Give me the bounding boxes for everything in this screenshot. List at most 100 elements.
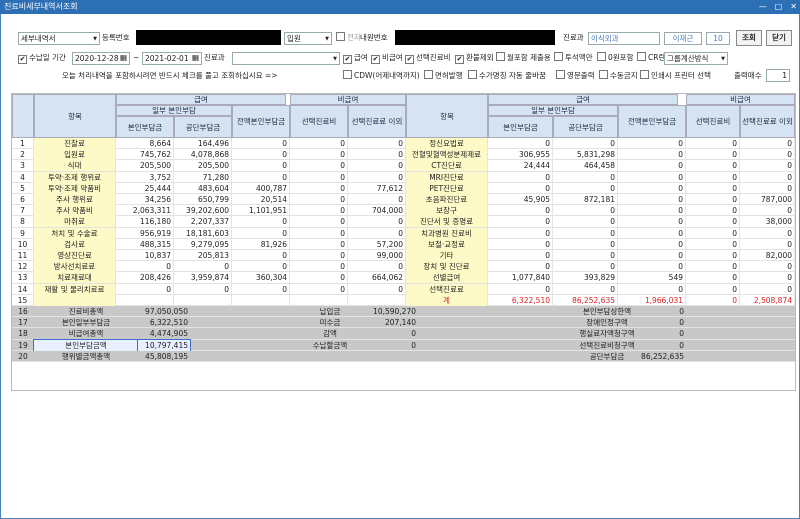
cell-b2: 872,181 bbox=[553, 194, 618, 205]
table-row[interactable]: 7 주사 약품비 2,063,311 39,202,600 1,101,951 0 704,… bbox=[12, 205, 795, 217]
dialysis-checkbox[interactable]: 투석액만 bbox=[554, 52, 593, 65]
group-calc-select[interactable]: 그룹계산방식 bbox=[664, 52, 728, 65]
cell-b2: 0 bbox=[553, 216, 618, 228]
cell-a2: 0 bbox=[488, 171, 553, 183]
table-row[interactable]: 10 검사료 488,315 9,279,095 81,926 0 57,200 보철·교정료… bbox=[12, 238, 795, 250]
cell-n: 2 bbox=[12, 149, 34, 161]
report-type-select[interactable]: 세부내역서 bbox=[18, 32, 100, 45]
calendar-icon[interactable]: ▦ bbox=[192, 52, 199, 65]
cell-b: 2,207,337 bbox=[174, 216, 232, 228]
table-row[interactable]: 9 처치 및 수술료 956,919 18,181,603 0 0 0 치과병원 진료비 0 0 0… bbox=[12, 227, 795, 239]
auto-wrap-checkbox[interactable]: 수가명칭 자동 줄바꿈 bbox=[468, 70, 546, 83]
copies-label: 출력매수 bbox=[734, 71, 762, 80]
cell-e: 0 bbox=[348, 261, 406, 273]
cell-l: 주사 행위료 bbox=[34, 194, 116, 205]
header-full: 전액본인부담금 bbox=[232, 105, 290, 138]
summary-v1: 97,050,050 bbox=[145, 307, 188, 316]
table-row[interactable]: 8 마취료 116,180 2,207,337 0 0 0 진단서 및 증명료 0 0 0 0 38,0… bbox=[12, 216, 795, 228]
cell-l2: 정신요법료 bbox=[406, 138, 488, 149]
zero-include-checkbox[interactable]: 0원포함 bbox=[597, 52, 633, 65]
cell-b2: 0 bbox=[553, 171, 618, 183]
cell-e: 57,200 bbox=[348, 238, 406, 250]
electronic-checkbox[interactable]: 전자 bbox=[336, 32, 361, 45]
cell-c: 360,304 bbox=[232, 272, 290, 284]
cdw-checkbox[interactable]: CDW(어제내역까지) bbox=[343, 70, 420, 83]
cell-a2: 306,955 bbox=[488, 149, 553, 161]
table-row[interactable]: 3 식대 205,500 205,500 0 0 0 CT진단료 24,444 464,458 0 0… bbox=[12, 160, 795, 172]
cell-l: 입원료 bbox=[34, 149, 116, 161]
refund-exclude-checkbox[interactable]: 환불제외 bbox=[455, 52, 494, 65]
benefit-checkbox[interactable]: 급여 bbox=[343, 52, 368, 65]
table-row[interactable]: 15 계 6,322,510 86,252,635 1,966,031 0 2,508,87… bbox=[12, 294, 795, 306]
search-button[interactable]: 조회 bbox=[736, 30, 762, 46]
table-row[interactable]: 5 투약·조제 약품비 25,444 483,604 400,787 0 77,612 PET… bbox=[12, 182, 795, 194]
header-benefit: 급여 bbox=[116, 94, 286, 105]
cell-a: 956,919 bbox=[116, 227, 174, 239]
cell-d: 0 bbox=[290, 194, 348, 205]
dept2-select[interactable] bbox=[232, 52, 340, 65]
cell-b: 483,604 bbox=[174, 182, 232, 194]
cell-e: 664,062 bbox=[348, 272, 406, 284]
table-row[interactable]: 14 재활 및 물리치료료 0 0 0 0 0 선택진료료 0 0 0 0 0 bbox=[12, 283, 795, 295]
table-row[interactable]: 6 주사 행위료 34,256 650,799 20,514 0 0 초음파진단료 45,905… bbox=[12, 194, 795, 206]
doctor-code[interactable]: 10 bbox=[706, 32, 730, 45]
cell-n: 5 bbox=[12, 182, 34, 194]
header-select: 선택진료비 bbox=[290, 105, 348, 138]
summary-row[interactable]: 19 본인부담금액 10,797,415 수납할금액 0 선택진료비청구액 0 bbox=[12, 338, 795, 352]
monthly-checkbox[interactable]: 월포함 제출용 bbox=[496, 52, 551, 65]
summary-row[interactable]: 16 진료비총액 97,050,050 납입금 10,590,270 본인부담상한액 0 bbox=[12, 306, 795, 318]
summary-row[interactable]: 17 본인일부부담금 6,322,510 미수금 207,140 장애인정구액 0 bbox=[12, 317, 795, 329]
summary-row[interactable]: 18 비급여총액 4,474,905 감액 0 행실료자액청구액 0 bbox=[12, 328, 795, 340]
cell-a2: 45,905 bbox=[488, 194, 553, 205]
printer-select-checkbox[interactable]: 인쇄시 프린터 선택 bbox=[640, 70, 711, 83]
cell-d: 0 bbox=[290, 261, 348, 273]
select-fee-checkbox[interactable]: 선택진료비 bbox=[405, 52, 451, 65]
maximize-icon[interactable]: □ bbox=[775, 0, 783, 14]
cell-n: 12 bbox=[12, 261, 34, 273]
period-checkbox[interactable]: 수납일 기간 bbox=[18, 52, 66, 65]
copies-input[interactable]: 1 bbox=[766, 69, 790, 82]
dept-value[interactable]: 이식외과 bbox=[588, 32, 660, 45]
summary-n: 19 bbox=[18, 340, 28, 350]
cell-n: 15 bbox=[12, 294, 34, 306]
doctor-value[interactable]: 이재근 bbox=[664, 32, 702, 45]
cell-b2: 86,252,635 bbox=[553, 294, 618, 306]
reg-number-input[interactable] bbox=[136, 30, 281, 45]
manual-block-checkbox[interactable]: 수동금지 bbox=[599, 70, 638, 83]
cell-c: 0 bbox=[232, 283, 290, 295]
license-checkbox[interactable]: 면허발행 bbox=[424, 70, 463, 83]
cell-e2: 0 bbox=[740, 182, 795, 194]
cell-c bbox=[232, 294, 290, 306]
table-row[interactable]: 4 투약·조제 행위료 3,752 71,280 0 0 0 MRI진단료 0 0 0 0 0 bbox=[12, 171, 795, 183]
minimize-icon[interactable]: — bbox=[759, 0, 767, 14]
cell-e2: 0 bbox=[740, 238, 795, 250]
table-row[interactable]: 1 진찰료 8,664 164,496 0 0 0 정신요법료 0 0 0 0 0 bbox=[12, 138, 795, 150]
table-row[interactable]: 11 영상진단료 10,837 205,813 0 0 99,000 기타 0 0 0 0 82,000 bbox=[12, 250, 795, 262]
cell-a2: 0 bbox=[488, 261, 553, 273]
visit-number-input[interactable] bbox=[395, 30, 555, 45]
english-print-checkbox[interactable]: 영문출력 bbox=[556, 70, 595, 83]
cell-d2: 0 bbox=[686, 272, 740, 284]
cell-a2: 0 bbox=[488, 283, 553, 295]
table-row[interactable]: 12 방사선치료료 0 0 0 0 0 장치 및 진단료 0 0 0 0 0 bbox=[12, 261, 795, 273]
cell-b: 39,202,600 bbox=[174, 205, 232, 217]
summary-v1: 45,808,195 bbox=[145, 351, 188, 361]
nonbenefit-checkbox[interactable]: 비급여 bbox=[371, 52, 403, 65]
close-button[interactable]: 닫기 bbox=[766, 30, 792, 46]
close-window-icon[interactable]: ✕ bbox=[790, 0, 797, 14]
header-self-2: 본인부담금 bbox=[488, 116, 553, 138]
summary-l1: 본인일부부담금 bbox=[61, 318, 111, 328]
table-row[interactable]: 2 입원료 745,762 4,078,868 0 0 0 전혈및혈액성분제제료 306,955… bbox=[12, 149, 795, 161]
summary-v3: 0 bbox=[679, 329, 684, 339]
cell-e: 99,000 bbox=[348, 250, 406, 261]
cell-d: 0 bbox=[290, 272, 348, 284]
summary-row[interactable]: 20 행위별금액총액 45,808,195 공단부담금 86,252,635 bbox=[12, 350, 795, 362]
cell-e2: 0 bbox=[740, 149, 795, 161]
cell-d: 0 bbox=[290, 250, 348, 261]
cell-l2: 진단서 및 증명료 bbox=[406, 216, 488, 228]
table-row[interactable]: 13 치료재료대 208,426 3,959,874 360,304 0 664,062 선별… bbox=[12, 272, 795, 284]
cr-checkbox[interactable]: CR란 bbox=[637, 52, 665, 65]
cell-a2: 0 bbox=[488, 238, 553, 250]
visit-type-select[interactable]: 입원 bbox=[284, 32, 332, 45]
calendar-icon[interactable]: ▦ bbox=[120, 52, 127, 65]
